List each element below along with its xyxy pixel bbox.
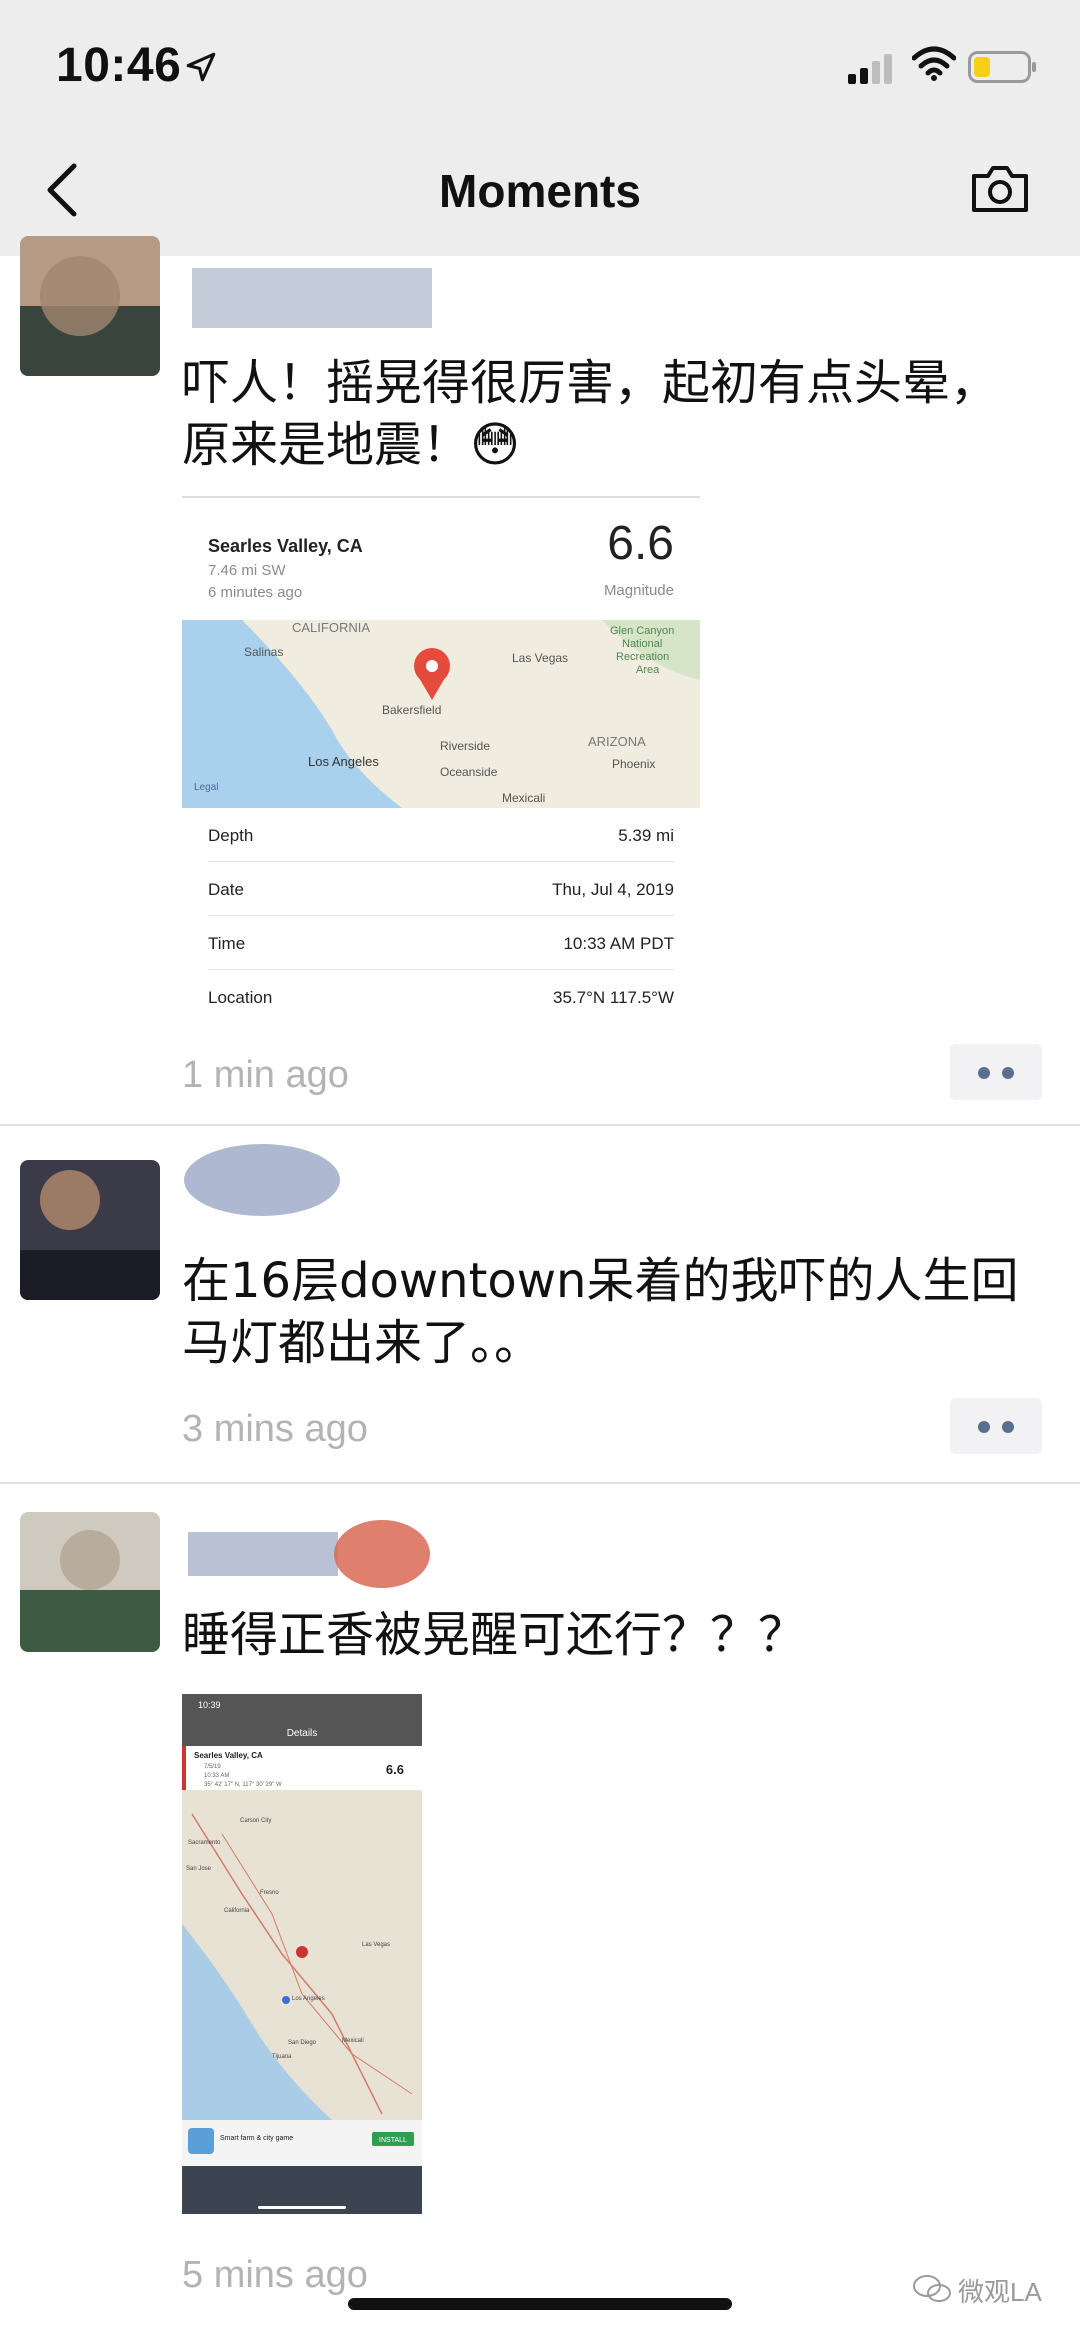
quake-distance: 7.46 mi SW — [208, 562, 286, 579]
map-label: Bakersfield — [382, 703, 441, 717]
map-label: CALIFORNIA — [292, 620, 370, 635]
post-divider — [0, 1482, 1080, 1484]
screenshot-header: Details — [287, 1728, 318, 1739]
screenshot-ad-title: Smart farm & city game — [220, 2135, 293, 2142]
avatar[interactable] — [20, 1512, 160, 1652]
dot-icon — [1002, 1421, 1014, 1433]
screenshot-map-label: Sacramento — [188, 1840, 221, 1846]
post-text: 睡得正香被晃醒可还行？？？ — [182, 1607, 807, 1663]
top-bar: 10:46 Moments — [0, 0, 1080, 256]
page-title: Moments — [439, 165, 641, 217]
map-label: National — [622, 638, 662, 650]
map-label: Riverside — [440, 739, 490, 753]
map-label: Los Angeles — [308, 754, 379, 769]
map-label: Area — [636, 664, 660, 676]
map-label: Legal — [194, 782, 218, 793]
status-time: 10:46 — [56, 39, 182, 92]
post-timestamp: 5 mins ago — [182, 2254, 368, 2296]
dot-icon — [978, 1421, 990, 1433]
wifi-icon — [912, 46, 956, 81]
detail-row-time: Time 10:33 AM PDT — [208, 916, 674, 970]
post-divider — [0, 1124, 1080, 1126]
cellular-signal-icon — [848, 54, 892, 84]
map-label: Las Vegas — [512, 651, 568, 665]
screenshot-magnitude: 6.6 — [386, 1762, 404, 1777]
screenshot-map-label: San Jose — [186, 1866, 212, 1872]
post-text: 吓人！摇晃得很厉害，起初有点头晕， 原来是地震！😳 — [182, 355, 999, 473]
more-actions-button[interactable] — [950, 1398, 1042, 1454]
screenshot-map-label: Los Angeles — [292, 1996, 325, 2002]
quake-place: Searles Valley, CA — [208, 536, 363, 556]
quake-magnitude: 6.6 — [607, 517, 674, 570]
screenshot-ad-button: INSTALL — [379, 2137, 407, 2144]
screenshot-map-label: San Diego — [288, 2040, 317, 2046]
map-label: Salinas — [244, 645, 283, 659]
map-label: Mexicali — [502, 791, 545, 805]
battery-icon — [968, 51, 1036, 83]
post-timestamp: 3 mins ago — [182, 1408, 368, 1450]
home-indicator[interactable] — [348, 2298, 732, 2310]
screenshot-map-label: Mexicali — [342, 2038, 364, 2044]
map-label: Oceanside — [440, 765, 498, 779]
avatar[interactable] — [20, 236, 160, 376]
nickname-scribble[interactable] — [182, 258, 442, 338]
quake-magnitude-label: Magnitude — [603, 582, 674, 599]
screenshot-map-label: Fresno — [260, 1890, 279, 1896]
screenshot-map-label: Las Vegas — [362, 1942, 390, 1948]
avatar[interactable] — [20, 1160, 160, 1300]
quake-map: CALIFORNIA Salinas Las Vegas Glen Canyon… — [182, 620, 700, 808]
more-actions-button[interactable] — [950, 1044, 1042, 1100]
map-label: Recreation — [616, 651, 669, 663]
screenshot-graphic: 10:39 Details Searles Valley, CA 7/5/19 … — [182, 1694, 422, 2214]
screenshot-line: 7/5/19 — [204, 1764, 221, 1770]
map-label: ARIZONA — [588, 734, 646, 749]
screenshot-status-time: 10:39 — [198, 1700, 221, 1710]
screenshot-place: Searles Valley, CA — [194, 1751, 263, 1760]
post-text: 在16层downtown呆着的我吓的人生回 马灯都出来了。。 — [182, 1253, 1019, 1371]
screenshot-line: 10:33 AM — [204, 1773, 229, 1779]
screenshot-line: 35° 42' 17" N, 117° 30' 29" W — [204, 1782, 282, 1788]
camera-icon[interactable] — [970, 162, 1030, 214]
screenshot-map-label: California — [224, 1908, 250, 1914]
dot-icon — [1002, 1067, 1014, 1079]
nickname-scribble[interactable] — [182, 1140, 442, 1220]
screenshot-map-label: Tijuana — [272, 2054, 292, 2060]
post-timestamp: 1 min ago — [182, 1054, 349, 1096]
location-arrow-icon — [186, 52, 216, 82]
detail-row-date: Date Thu, Jul 4, 2019 — [208, 862, 674, 916]
screenshot-map-label: Carson City — [240, 1818, 271, 1824]
watermark-text: 微观LA — [958, 2277, 1042, 2307]
detail-row-location: Location 35.7°N 117.5°W — [208, 988, 674, 1007]
map-label: Phoenix — [612, 757, 655, 771]
wechat-icon — [913, 2275, 951, 2302]
dot-icon — [978, 1067, 990, 1079]
phone-screenshot-image[interactable]: 10:39 Details Searles Valley, CA 7/5/19 … — [182, 1694, 422, 2214]
quake-ago: 6 minutes ago — [208, 584, 303, 601]
quake-details: Depth 5.39 mi Date Thu, Jul 4, 2019 Time… — [182, 808, 700, 1024]
detail-row-depth: Depth 5.39 mi — [208, 808, 674, 862]
earthquake-card-image[interactable]: Searles Valley, CA 7.46 mi SW 6 minutes … — [182, 496, 700, 1024]
nickname-scribble[interactable] — [182, 1514, 442, 1594]
map-label: Glen Canyon — [610, 625, 674, 637]
